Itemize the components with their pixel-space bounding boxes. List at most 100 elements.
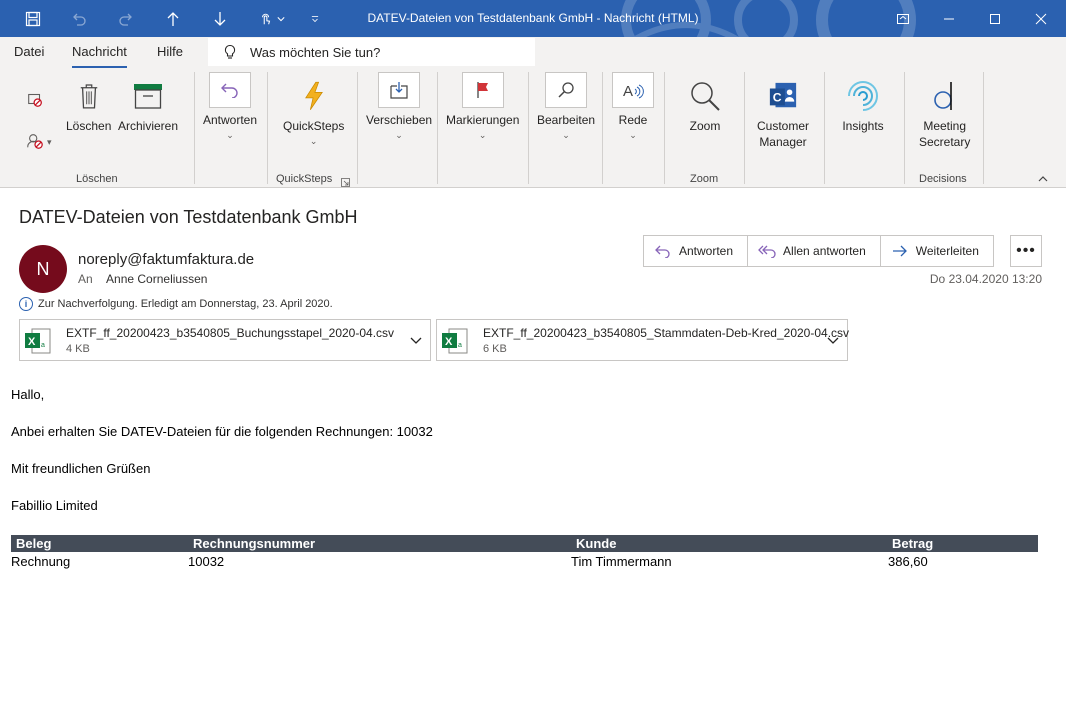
ribbon-separator: [664, 72, 665, 184]
ribbon-separator: [824, 72, 825, 184]
respond-button[interactable]: Antworten ⌄: [203, 72, 257, 140]
insights-button[interactable]: Insights: [842, 78, 884, 134]
delete-button[interactable]: Löschen: [66, 78, 111, 134]
insights-label: Insights: [842, 119, 884, 133]
chevron-down-icon[interactable]: [410, 334, 422, 346]
redo-icon[interactable]: [108, 0, 144, 37]
lightbulb-icon: [224, 44, 236, 59]
tab-nachricht[interactable]: Nachricht: [72, 44, 127, 68]
attachment[interactable]: Xa EXTF_ff_20200423_b3540805_Stammdaten-…: [436, 319, 849, 361]
junk-button[interactable]: ▾: [26, 132, 52, 150]
maximize-icon[interactable]: [972, 0, 1018, 37]
touch-mode-icon[interactable]: [250, 0, 294, 37]
excel-file-icon: Xa: [25, 328, 51, 354]
attachment-size: 4 KB: [66, 343, 90, 355]
title-bar: DATEV-Dateien von Testdatenbank GmbH - N…: [0, 0, 1066, 37]
svg-text:X: X: [28, 336, 36, 348]
undo-icon[interactable]: [61, 0, 97, 37]
minimize-icon[interactable]: [926, 0, 972, 37]
table-header-cell: Kunde: [576, 536, 617, 551]
ribbon-separator: [904, 72, 905, 184]
table-cell: 386,60: [888, 554, 928, 569]
invoice-table: Beleg Rechnungsnummer Kunde Betrag Rechn…: [11, 535, 1038, 572]
ribbon-display-icon[interactable]: [880, 0, 926, 37]
group-label-loeschen: Löschen: [76, 173, 118, 185]
forward-icon: [892, 245, 907, 257]
customer-manager-button[interactable]: C Customer Manager: [757, 78, 809, 150]
reply-all-label: Allen antworten: [783, 244, 866, 258]
forward-button[interactable]: Weiterleiten: [881, 236, 993, 266]
customer-manager-label-line2: Manager: [759, 135, 807, 149]
reply-actions: Antworten Allen antworten Weiterleiten: [643, 235, 994, 267]
customer-manager-icon: C: [762, 78, 804, 114]
more-options-icon[interactable]: •••: [1010, 235, 1042, 267]
tab-hilfe[interactable]: Hilfe: [157, 44, 183, 59]
collapse-ribbon-icon[interactable]: [1038, 174, 1048, 184]
ribbon: ▾ Löschen Archivieren Löschen Antworten …: [0, 68, 1066, 188]
save-icon[interactable]: [15, 0, 51, 37]
customize-qat-icon[interactable]: [297, 0, 333, 37]
respond-dropdown-chevron-icon: ⌄: [226, 130, 234, 140]
speech-button[interactable]: A Rede ⌄: [612, 72, 654, 140]
group-label-zoom: Zoom: [690, 173, 719, 185]
archive-button[interactable]: Archivieren: [118, 78, 178, 134]
delete-label: Löschen: [66, 119, 112, 133]
to-label: An: [78, 272, 93, 286]
ignore-icon: [28, 93, 42, 107]
archive-icon: [127, 78, 169, 114]
ribbon-separator: [528, 72, 529, 184]
quicksteps-dialog-launcher-icon[interactable]: [341, 175, 350, 187]
move-label: Verschieben: [366, 113, 433, 127]
table-cell: Tim Timmermann: [571, 554, 672, 569]
respond-label: Antworten: [203, 113, 258, 127]
body-greeting: Hallo,: [11, 387, 45, 402]
ignore-button[interactable]: [26, 90, 44, 108]
ribbon-separator: [357, 72, 358, 184]
quicksteps-button[interactable]: QuickSteps ⌄: [283, 78, 344, 146]
zoom-button[interactable]: Zoom: [684, 78, 726, 134]
reply-all-icon: [758, 245, 776, 258]
recipient-line: An Anne Corneliussen: [78, 272, 207, 286]
archive-label: Archivieren: [118, 119, 179, 133]
recipient-name[interactable]: Anne Corneliussen: [106, 272, 207, 286]
sender-address[interactable]: noreply@faktumfaktura.de: [78, 251, 254, 268]
quicksteps-dropdown-chevron-icon: ⌄: [309, 136, 318, 146]
avatar[interactable]: N: [19, 245, 67, 293]
body-closing: Mit freundlichen Grüßen: [11, 461, 151, 476]
excel-file-icon: Xa: [442, 328, 468, 354]
chevron-down-icon[interactable]: [827, 334, 839, 346]
tell-me-search[interactable]: Was möchten Sie tun?: [208, 38, 535, 66]
reply-all-button[interactable]: Allen antworten: [748, 236, 881, 266]
meeting-secretary-icon: [924, 78, 966, 114]
body-signature: Fabillio Limited: [11, 498, 98, 513]
move-button[interactable]: Verschieben ⌄: [366, 72, 432, 140]
flag-icon: [461, 72, 504, 108]
meeting-secretary-button[interactable]: Meeting Secretary: [919, 78, 970, 150]
customer-manager-label-line1: Customer: [757, 119, 810, 133]
up-arrow-icon[interactable]: [155, 0, 191, 37]
close-icon[interactable]: [1018, 0, 1064, 37]
ribbon-separator: [983, 72, 984, 184]
table-cell: 10032: [188, 554, 225, 569]
zoom-icon: [684, 78, 726, 114]
editing-dropdown-chevron-icon: ⌄: [562, 130, 570, 140]
junk-icon: [27, 134, 43, 149]
tags-button[interactable]: Markierungen ⌄: [446, 72, 519, 140]
tags-dropdown-chevron-icon: ⌄: [478, 130, 487, 140]
trash-icon: [68, 78, 110, 114]
junk-dropdown-chevron-icon: ▾: [47, 137, 52, 147]
svg-text:C: C: [773, 91, 782, 105]
editing-button[interactable]: Bearbeiten ⌄: [537, 72, 595, 140]
tell-me-placeholder: Was möchten Sie tun?: [250, 44, 381, 60]
reply-label: Antworten: [679, 244, 734, 258]
table-header-cell: Betrag: [892, 536, 934, 551]
attachment[interactable]: Xa EXTF_ff_20200423_b3540805_Buchungssta…: [19, 319, 431, 361]
quicksteps-label: QuickSteps: [283, 119, 345, 133]
forward-label: Weiterleiten: [915, 244, 979, 258]
move-dropdown-chevron-icon: ⌄: [395, 130, 403, 140]
reply-button[interactable]: Antworten: [644, 236, 749, 266]
down-arrow-icon[interactable]: [202, 0, 238, 37]
group-label-quicksteps: QuickSteps: [276, 173, 333, 185]
tab-datei[interactable]: Datei: [14, 44, 44, 59]
search-icon: [545, 72, 588, 108]
